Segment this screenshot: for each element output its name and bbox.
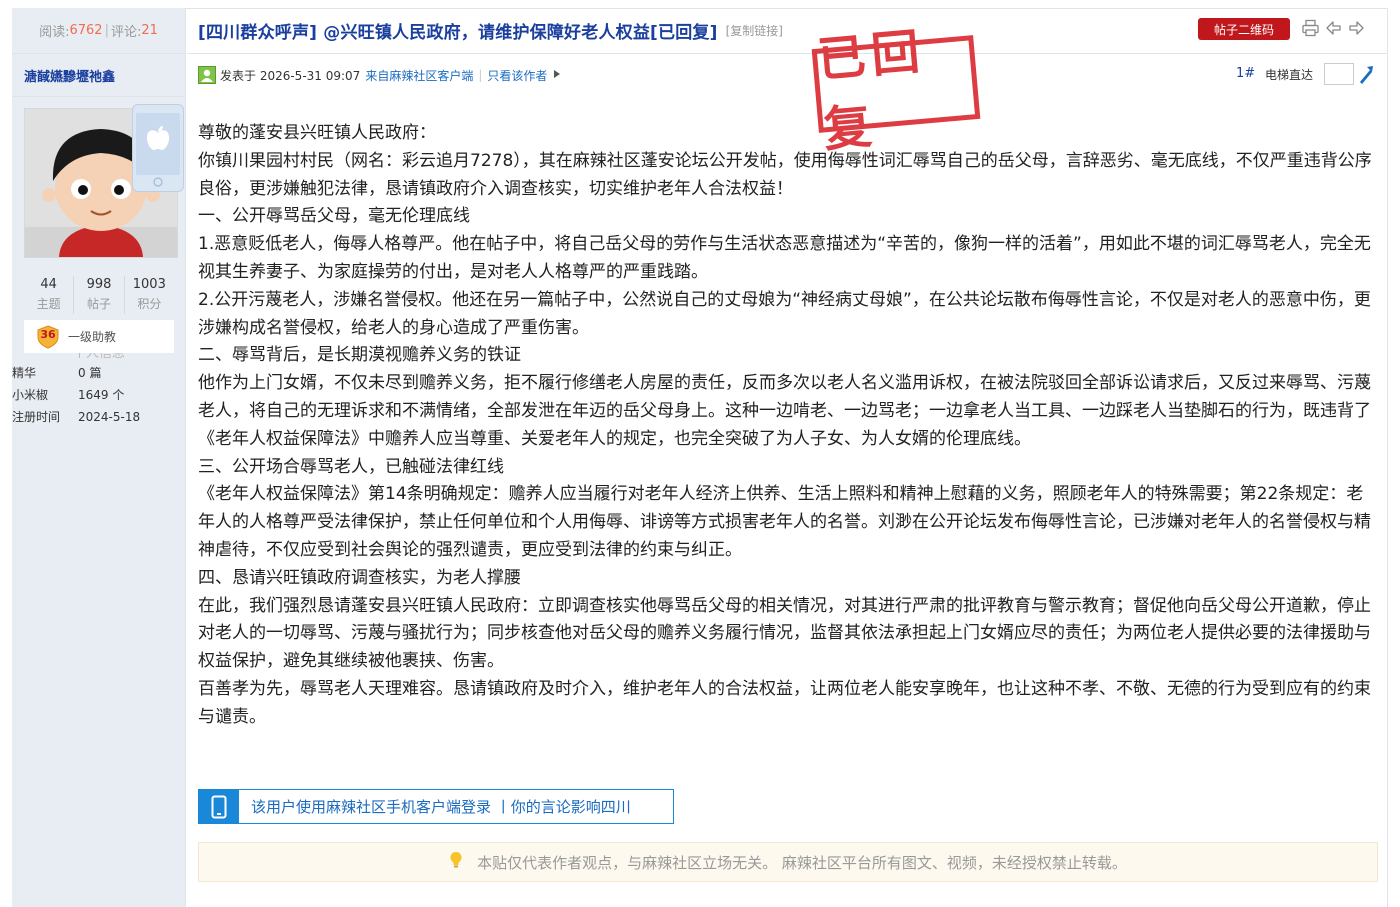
meta-row: 小米椒 1649 个	[12, 384, 140, 406]
count-threads[interactable]: 44 主题	[24, 276, 75, 314]
author-meta: 精华 0 篇 小米椒 1649 个 注册时间 2024-5-18	[12, 362, 140, 428]
post-date: 发表于 2026-5-31 09:07	[220, 68, 361, 83]
post-paragraph: 1.恶意贬低老人，侮辱人格尊严。他在帖子中，将自己岳父母的劳作与生活状态恶意描述…	[198, 234, 1371, 282]
post-paragraph: 在此，我们强烈恳请蓬安县兴旺镇人民政府：立即调查核实他辱骂岳父母的相关情况，对其…	[198, 595, 1371, 672]
floor-number[interactable]: 1#	[1236, 66, 1255, 81]
online-status-icon	[198, 66, 216, 84]
post-source[interactable]: 来自麻辣社区客户端	[365, 67, 473, 84]
user-level: 36 一级助教	[24, 320, 174, 353]
author-counts: 44 主题 998 帖子 1003 积分	[24, 276, 174, 314]
meta-key: 注册时间	[12, 410, 61, 424]
count-value: 998	[86, 277, 112, 292]
meta-row: 注册时间 2024-5-18	[12, 406, 140, 428]
thread-stats: 阅读: 6762 | 评论: 21	[12, 8, 186, 54]
only-author-link[interactable]: 只看该作者	[487, 67, 547, 84]
post-paragraph: 2.公开污蔑老人，涉嫌名誉侵权。他还在另一篇帖子中，公然说自己的丈母娘为“神经病…	[198, 289, 1371, 338]
meta-value: 1649 个	[78, 388, 125, 402]
post-content: 尊敬的蓬安县兴旺镇人民政府： 你镇川果园村村民（网名：彩云追月7278），其在麻…	[198, 120, 1378, 732]
prev-thread-icon[interactable]	[1325, 19, 1342, 37]
copy-link[interactable]: [复制链接]	[726, 22, 783, 39]
next-thread-icon[interactable]	[1348, 19, 1365, 37]
mobile-client-icon	[132, 104, 184, 192]
count-value: 1003	[132, 277, 166, 292]
lightbulb-icon	[449, 851, 463, 873]
level-name: 一级助教	[68, 330, 117, 344]
meta-key: 小米椒	[12, 388, 49, 402]
level-badge-icon: 36	[36, 324, 60, 349]
post-paragraph: 你镇川果园村村民（网名：彩云追月7278），其在麻辣社区蓬安论坛公开发帖，使用侮…	[198, 150, 1372, 199]
elevator-go-icon[interactable]	[1358, 64, 1374, 84]
count-label: 积分	[137, 297, 162, 311]
comments-count: 21	[141, 23, 158, 38]
arrow-right-icon	[553, 68, 561, 82]
post-paragraph: 尊敬的蓬安县兴旺镇人民政府：	[198, 123, 436, 143]
meta-separator: |	[478, 68, 483, 82]
meta-value: 0 篇	[78, 366, 102, 380]
views-label: 阅读:	[39, 25, 70, 40]
post-paragraph: 《老年人权益保障法》第14条明确规定：赡养人应当履行对老年人经济上供养、生活上照…	[198, 484, 1371, 560]
elevator-label: 电梯直达	[1265, 68, 1314, 82]
disclaimer-notice: 本贴仅代表作者观点，与麻辣社区立场无关。 麻辣社区平台所有图文、视频，未经授权禁…	[198, 842, 1378, 882]
thread-title[interactable]: [四川群众呼声] @兴旺镇人民政府，请维护保障好老人权益[已回复]	[198, 18, 718, 43]
mobile-client-text: 该用户使用麻辣社区手机客户端登录 丨你的言论影响四川	[251, 798, 631, 816]
count-posts[interactable]: 998 帖子	[74, 276, 125, 314]
print-icon[interactable]	[1302, 19, 1319, 37]
elevator-input[interactable]	[1324, 63, 1354, 85]
post-paragraph: 二、辱骂背后，是长期漠视赡养义务的铁证	[198, 345, 521, 366]
views-count: 6762	[69, 23, 103, 38]
qr-code-button[interactable]: 帖子二维码	[1198, 18, 1290, 40]
level-number: 36	[40, 327, 56, 341]
thread-tools	[1302, 19, 1365, 37]
meta-key: 精华	[12, 366, 37, 380]
divider	[12, 96, 186, 97]
post-paragraph: 四、恳请兴旺镇政府调查核实，为老人撑腰	[198, 567, 521, 588]
count-points[interactable]: 1003 积分	[125, 276, 174, 314]
meta-value: 2024-5-18	[78, 410, 141, 424]
count-label: 帖子	[86, 297, 111, 311]
disclaimer-text: 本贴仅代表作者观点，与麻辣社区立场无关。 麻辣社区平台所有图文、视频，未经授权禁…	[477, 853, 1127, 872]
post-paragraph: 三、公开场合辱骂老人，已触碰法律红线	[198, 456, 504, 477]
post-meta: 发表于 2026-5-31 09:07 来自麻辣社区客户端 | 只看该作者	[198, 64, 1378, 86]
comments-label: 评论:	[110, 25, 142, 40]
post-paragraph: 他作为上门女婿，不仅未尽到赡养义务，拒不履行修缮老人房屋的责任，反而多次以老人名…	[198, 373, 1371, 449]
post-paragraph: 百善孝为先，辱骂老人天理难容。恳请镇政府及时介入，维护老年人的合法权益，让两位老…	[198, 678, 1371, 727]
author-name[interactable]: 溏馘嬿黲壢祂鑫	[24, 66, 115, 85]
post-paragraph: 一、公开辱骂岳父母，毫无伦理底线	[198, 206, 470, 227]
meta-row: 精华 0 篇	[12, 362, 140, 384]
count-label: 主题	[36, 297, 61, 311]
stats-separator: |	[104, 23, 109, 38]
author-sidebar: 溏馘嬿黲壢祂鑫 44 主题 998 帖子 1003 积分 个人信息	[12, 54, 186, 907]
count-value: 44	[40, 277, 57, 292]
phone-icon	[199, 789, 239, 824]
replied-stamp: 已回复	[811, 23, 981, 158]
mobile-client-banner[interactable]: 该用户使用麻辣社区手机客户端登录 丨你的言论影响四川	[198, 789, 674, 824]
